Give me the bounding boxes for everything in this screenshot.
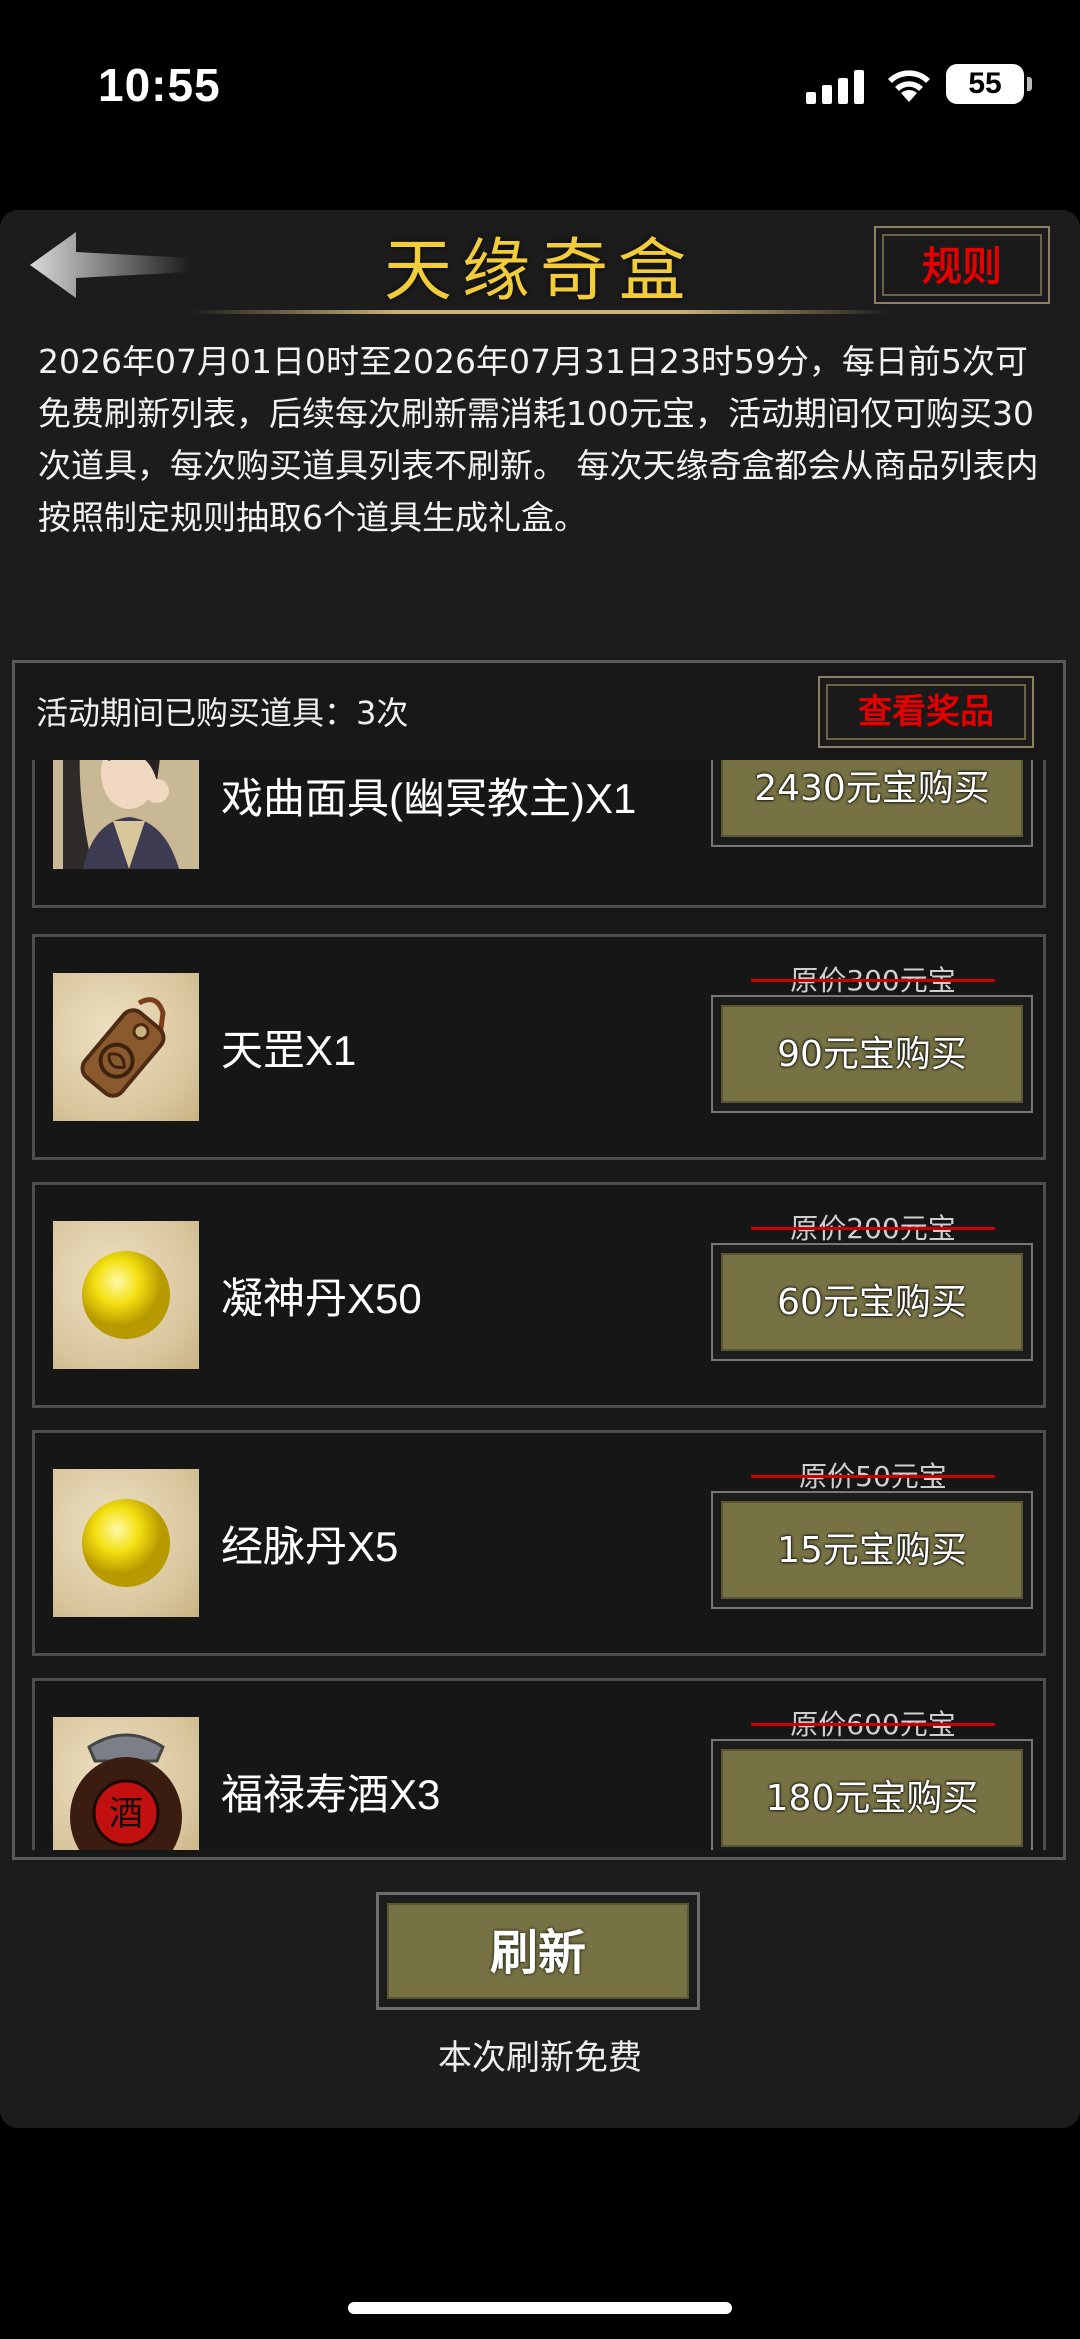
golden-pill-icon xyxy=(53,1469,199,1617)
rules-label: 规则 xyxy=(922,244,1002,290)
buy-button[interactable]: 90元宝购买 xyxy=(711,995,1033,1113)
buy-button[interactable]: 2430元宝购买 xyxy=(711,760,1033,847)
list-item: 经脉丹X5 原价50元宝 15元宝购买 xyxy=(32,1430,1046,1656)
rules-button[interactable]: 规则 xyxy=(874,226,1050,304)
character-portrait-icon xyxy=(53,760,199,869)
item-name: 凝神丹X50 xyxy=(221,1275,422,1322)
original-price: 原价300元宝 xyxy=(751,959,995,999)
list-item: 戏曲面具(幽冥教主)X1 2430元宝购买 xyxy=(32,760,1046,908)
original-price: 原价600元宝 xyxy=(751,1703,995,1743)
view-prizes-label: 查看奖品 xyxy=(858,692,994,732)
view-prizes-button[interactable]: 查看奖品 xyxy=(818,676,1034,748)
buy-button[interactable]: 15元宝购买 xyxy=(711,1491,1033,1609)
refresh-note: 本次刷新免费 xyxy=(438,2038,642,2078)
event-description: 2026年07月01日0时至2026年07月31日23时59分，每日前5次可免费… xyxy=(38,342,1039,537)
refresh-label: 刷新 xyxy=(387,1903,689,1999)
bronze-token-icon xyxy=(53,973,199,1121)
buy-label: 90元宝购买 xyxy=(721,1005,1023,1103)
buy-button[interactable]: 180元宝购买 xyxy=(711,1739,1033,1850)
item-list[interactable]: 戏曲面具(幽冥教主)X1 2430元宝购买 天罡X1 原价300元宝 90元宝购… xyxy=(0,760,1080,1850)
buy-label: 60元宝购买 xyxy=(721,1253,1023,1351)
status-bar: 10:55 55 xyxy=(0,0,1080,170)
original-price: 原价200元宝 xyxy=(751,1207,995,1247)
wine-jar-icon: 酒 xyxy=(53,1717,199,1850)
buy-button[interactable]: 60元宝购买 xyxy=(711,1243,1033,1361)
clock: 10:55 xyxy=(98,59,221,111)
buy-label: 180元宝购买 xyxy=(721,1749,1023,1847)
list-item: 凝神丹X50 原价200元宝 60元宝购买 xyxy=(32,1182,1046,1408)
battery-indicator: 55 xyxy=(946,64,1032,104)
cellular-signal-icon xyxy=(806,70,864,104)
list-item: 天罡X1 原价300元宝 90元宝购买 xyxy=(32,934,1046,1160)
item-name: 福禄寿酒X3 xyxy=(221,1771,441,1818)
home-indicator[interactable] xyxy=(348,2302,732,2314)
original-price: 原价50元宝 xyxy=(751,1455,995,1495)
list-item: 酒 福禄寿酒X3 原价600元宝 180元宝购买 xyxy=(32,1678,1046,1850)
purchase-count: 活动期间已购买道具：3次 xyxy=(36,694,409,732)
svg-text:酒: 酒 xyxy=(109,1794,143,1834)
golden-pill-icon xyxy=(53,1221,199,1369)
refresh-button[interactable]: 刷新 xyxy=(376,1892,700,2010)
item-name: 经脉丹X5 xyxy=(221,1523,399,1570)
item-name: 戏曲面具(幽冥教主)X1 xyxy=(221,775,637,822)
item-name: 天罡X1 xyxy=(221,1027,357,1074)
title-divider xyxy=(190,310,890,314)
buy-label: 2430元宝购买 xyxy=(721,760,1023,837)
buy-label: 15元宝购买 xyxy=(721,1501,1023,1599)
wifi-icon xyxy=(888,70,930,102)
